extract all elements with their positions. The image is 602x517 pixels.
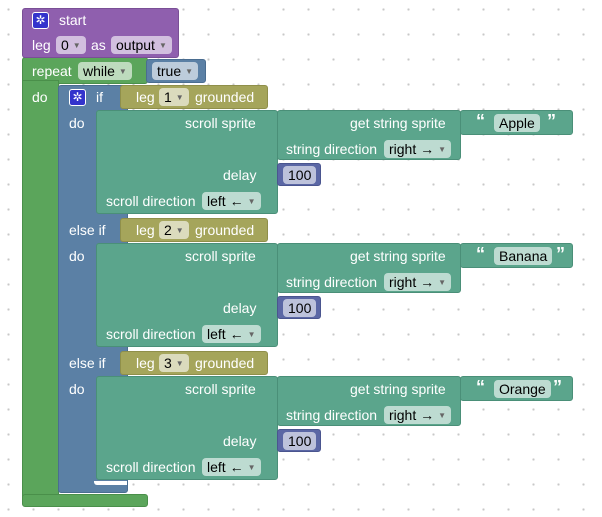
dropdown-arrow-icon: ▼ <box>175 93 184 103</box>
else-if-label: else if <box>69 222 106 238</box>
leg-value: 0 <box>61 37 69 53</box>
repeat-block-bottom <box>22 494 148 507</box>
do-label: do <box>69 381 85 397</box>
repeat-block-arm <box>22 80 59 500</box>
scroll-direction-dropdown-value: left ← <box>207 459 244 475</box>
get-string-sprite-label: get string sprite <box>350 381 446 397</box>
dropdown-arrow-icon: ▼ <box>438 145 447 155</box>
close-quote-icon: ” <box>547 111 556 131</box>
delay-input[interactable]: 100 <box>283 166 317 184</box>
string-direction-dropdown[interactable]: right → ▼ <box>384 273 452 291</box>
leg-dropdown-value: 2 <box>164 222 172 238</box>
grounded-label: grounded <box>195 355 255 371</box>
leg-dropdown[interactable]: 0 ▼ <box>56 36 86 54</box>
true-value: true <box>157 63 182 79</box>
leg-dropdown[interactable]: 3 ▼ <box>159 354 189 372</box>
scroll-direction-dropdown[interactable]: left ← ▼ <box>202 192 261 210</box>
open-quote-icon: “ <box>476 244 485 264</box>
true-dropdown[interactable]: true ▼ <box>152 62 199 80</box>
mode-dropdown[interactable]: output ▼ <box>111 36 172 54</box>
do-label: do <box>69 248 85 264</box>
delay-input[interactable]: 100 <box>283 432 317 450</box>
dropdown-arrow-icon: ▼ <box>72 41 81 51</box>
dropdown-arrow-icon: ▼ <box>438 278 447 288</box>
dropdown-arrow-icon: ▼ <box>247 197 256 207</box>
as-label: as <box>91 37 106 53</box>
if-block-inner-corner <box>94 481 127 485</box>
text-input[interactable]: Apple <box>494 114 540 132</box>
string-direction-dropdown[interactable]: right → ▼ <box>384 406 452 424</box>
dropdown-arrow-icon: ▼ <box>247 463 256 473</box>
gear-icon[interactable]: ✲ <box>32 12 49 29</box>
dropdown-arrow-icon: ▼ <box>175 359 184 369</box>
scroll-direction-dropdown[interactable]: left ← ▼ <box>202 458 261 476</box>
open-quote-icon: “ <box>476 111 485 131</box>
leg-label: leg <box>136 89 155 105</box>
scroll-direction-label: scroll direction <box>106 326 196 342</box>
leg-dropdown[interactable]: 2 ▼ <box>159 221 189 239</box>
delay-label: delay <box>223 300 257 316</box>
string-direction-label: string direction <box>286 407 378 423</box>
scroll-sprite-label: scroll sprite <box>185 248 256 264</box>
delay-label: delay <box>223 433 257 449</box>
open-quote-icon: “ <box>476 377 485 397</box>
leg-dropdown[interactable]: 1 ▼ <box>159 88 189 106</box>
scroll-direction-label: scroll direction <box>106 193 196 209</box>
if-label: if <box>96 89 103 105</box>
leg-label: leg <box>136 355 155 371</box>
string-direction-dropdown-value: right → <box>389 407 435 423</box>
string-direction-label: string direction <box>286 274 378 290</box>
delay-label: delay <box>223 167 257 183</box>
else-if-label: else if <box>69 355 106 371</box>
dropdown-arrow-icon: ▼ <box>185 67 194 77</box>
string-direction-label: string direction <box>286 141 378 157</box>
string-direction-dropdown-value: right → <box>389 274 435 290</box>
string-direction-dropdown-value: right → <box>389 141 435 157</box>
start-label: start <box>59 12 87 28</box>
grounded-label: grounded <box>195 89 255 105</box>
scroll-sprite-label: scroll sprite <box>185 381 256 397</box>
leg-dropdown-value: 1 <box>164 89 172 105</box>
scroll-direction-dropdown[interactable]: left ← ▼ <box>202 325 261 343</box>
close-quote-icon: ” <box>556 244 565 264</box>
delay-input[interactable]: 100 <box>283 299 317 317</box>
mode-value: output <box>116 37 155 53</box>
text-input[interactable]: Orange <box>494 380 551 398</box>
scroll-direction-dropdown-value: left ← <box>207 326 244 342</box>
scroll-direction-label: scroll direction <box>106 459 196 475</box>
dropdown-arrow-icon: ▼ <box>118 67 127 77</box>
dropdown-arrow-icon: ▼ <box>247 330 256 340</box>
scroll-sprite-label: scroll sprite <box>185 115 256 131</box>
scroll-direction-dropdown-value: left ← <box>207 193 244 209</box>
get-string-sprite-label: get string sprite <box>350 248 446 264</box>
text-input[interactable]: Banana <box>494 247 553 265</box>
leg-label: leg <box>32 37 51 53</box>
repeat-mode-dropdown[interactable]: while ▼ <box>78 62 132 80</box>
leg-label: leg <box>136 222 155 238</box>
gear-icon[interactable]: ✲ <box>69 89 86 106</box>
leg-dropdown-value: 3 <box>164 355 172 371</box>
repeat-label: repeat <box>32 63 72 79</box>
repeat-do-label: do <box>32 89 48 105</box>
repeat-mode-value: while <box>83 63 115 79</box>
get-string-sprite-label: get string sprite <box>350 115 446 131</box>
dropdown-arrow-icon: ▼ <box>158 41 167 51</box>
dropdown-arrow-icon: ▼ <box>438 411 447 421</box>
grounded-label: grounded <box>195 222 255 238</box>
do-label: do <box>69 115 85 131</box>
string-direction-dropdown[interactable]: right → ▼ <box>384 140 452 158</box>
dropdown-arrow-icon: ▼ <box>175 226 184 236</box>
close-quote-icon: ” <box>553 377 562 397</box>
